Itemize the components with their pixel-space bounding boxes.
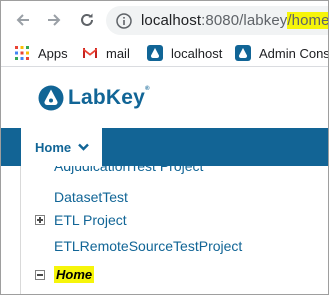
info-icon[interactable] [116,12,132,29]
bookmark-label: mail [106,45,130,61]
bookmark-label: localhost [171,45,223,61]
project-item-label: Home [54,266,95,283]
labkey-favicon [235,45,251,61]
project-item-adjudication[interactable]: AdjudicationTest Project [54,166,203,174]
gmail-icon [83,48,97,58]
bookmarks-bar: Apps mail localhost Admin Conso [1,39,328,67]
reload-icon [81,13,93,26]
labkey-favicon [147,45,163,61]
back-button[interactable] [13,10,33,30]
labkey-logo[interactable]: LabKey® [38,85,150,111]
project-item-label: DatasetTest [54,189,128,205]
project-nav-bar: Home [1,128,328,166]
project-item-datasettest[interactable]: DatasetTest [54,189,128,205]
logo-text: LabKey® [68,86,150,110]
url-text: localhost:8080/labkey/home/p [141,12,328,29]
page-header: LabKey® [1,68,328,128]
bookmark-apps[interactable]: Apps [14,43,68,63]
project-item-label: ETLRemoteSourceTestProject [54,238,243,254]
url-host: localhost [141,12,202,29]
browser-window: localhost:8080/labkey/home/p Apps mail [0,0,329,295]
apps-grid-icon [15,46,29,60]
home-tab-label: Home [35,139,72,155]
collapse-icon[interactable] [35,269,45,280]
project-item-label: AdjudicationTest Project [54,166,204,174]
arrow-right-icon [48,14,61,26]
logo-wordmark: LabKey [68,86,146,109]
browser-toolbar: localhost:8080/labkey/home/p [1,1,328,39]
bookmark-label: Admin Conso [259,45,328,61]
labkey-flask-icon [38,85,64,111]
expand-icon[interactable] [35,215,45,225]
bookmark-label: Apps [38,45,68,61]
project-item-label: ETL Project [54,212,127,228]
project-item-etl-remote-source[interactable]: ETLRemoteSourceTestProject [54,238,242,254]
url-highlighted-segment: /home/ [287,12,328,29]
arrow-left-icon [16,14,29,26]
url-port-path: :8080/labkey [201,12,288,29]
address-bar[interactable]: localhost:8080/labkey/home/p [106,6,328,35]
forward-button[interactable] [44,10,64,30]
bookmark-localhost[interactable]: localhost [147,43,222,63]
bookmark-admin-console[interactable]: Admin Conso [235,43,328,63]
project-item-etl[interactable]: ETL Project [35,212,127,228]
project-menu-dropdown: AdjudicationTest Project DatasetTest ETL… [21,166,328,294]
logo-registered-mark: ® [145,86,150,92]
reload-button[interactable] [77,10,97,30]
project-item-home[interactable]: Home [35,266,95,283]
home-menu-toggle[interactable]: Home [21,128,102,166]
chevron-down-icon [78,143,89,151]
bookmark-mail[interactable]: mail [82,43,130,63]
